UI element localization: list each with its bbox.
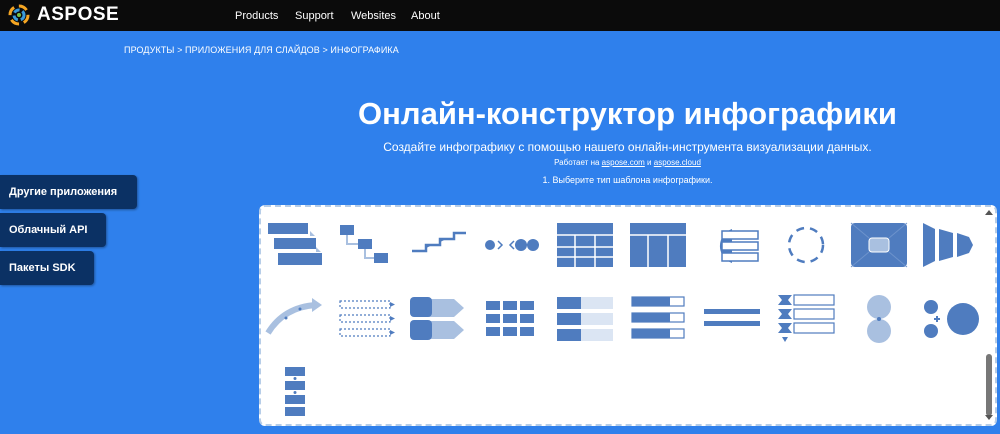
nav-support[interactable]: Support	[295, 10, 334, 22]
template-tile[interactable]	[408, 219, 468, 271]
outlined-bar-list-icon	[631, 296, 685, 339]
gallery-scrollbar[interactable]	[984, 208, 994, 422]
template-tile[interactable]	[336, 219, 396, 271]
grid-table-icon	[557, 223, 613, 267]
page-subtitle: Создайте инфографику с помощью нашего он…	[383, 140, 872, 154]
scroll-down-arrow-icon[interactable]	[985, 415, 993, 420]
staircase-process-icon	[268, 223, 322, 265]
breadcrumb[interactable]: ПРОДУКТЫ > ПРИЛОЖЕНИЯ ДЛЯ СЛАЙДОВ > ИНФО…	[124, 45, 399, 55]
template-gallery	[259, 205, 997, 426]
aspose-cloud-link[interactable]: aspose.cloud	[654, 158, 701, 167]
aspose-logo[interactable]: ASPOSE	[8, 4, 119, 26]
nav-websites[interactable]: Websites	[351, 10, 396, 22]
template-tile[interactable]	[480, 293, 540, 345]
page-title: Онлайн-конструктор инфографики	[358, 96, 897, 131]
template-tile[interactable]	[480, 219, 540, 271]
timeline-arrows-icon	[412, 231, 466, 253]
hierarchy-steps-icon	[340, 225, 388, 263]
sdk-packages-button[interactable]: Пакеты SDK	[0, 251, 94, 285]
bar-list-icon	[557, 297, 613, 341]
columns-table-icon	[630, 223, 686, 267]
other-apps-button[interactable]: Другие приложения	[0, 175, 137, 209]
scroll-up-arrow-icon[interactable]	[985, 210, 993, 215]
template-tile[interactable]	[264, 293, 324, 345]
blocks-grid-icon	[486, 301, 534, 336]
cloud-api-button[interactable]: Облачный API	[0, 213, 106, 247]
top-navigation-bar: ASPOSE Products Support Websites About	[0, 0, 1000, 31]
template-tile[interactable]	[628, 293, 688, 345]
aspose-com-link[interactable]: aspose.com	[602, 158, 645, 167]
step-instruction: 1. Выберите тип шаблона инфографики.	[542, 175, 713, 185]
chevron-list-icon	[778, 294, 835, 342]
template-tile[interactable]	[702, 293, 762, 345]
powered-by: Работает на aspose.com и aspose.cloud	[260, 158, 995, 167]
nav-about[interactable]: About	[411, 10, 440, 22]
onion-list-icon	[719, 229, 759, 263]
dashed-arrow-list-icon	[339, 300, 395, 337]
template-tile[interactable]	[776, 219, 836, 271]
brand-name: ASPOSE	[37, 4, 120, 25]
converging-circles-icon	[485, 239, 539, 251]
template-tile[interactable]	[849, 219, 909, 271]
horizontal-bars-icon	[704, 309, 760, 326]
template-tile[interactable]	[702, 219, 762, 271]
template-tile[interactable]	[264, 219, 324, 271]
powered-prefix: Работает на	[554, 158, 600, 167]
curved-arrow-icon	[265, 298, 322, 335]
funnel-chevrons-icon	[923, 223, 973, 267]
dashed-cycle-icon	[787, 226, 825, 264]
template-tile[interactable]	[408, 293, 468, 345]
template-tile[interactable]	[849, 293, 909, 345]
powered-and: и	[647, 158, 652, 167]
template-tile[interactable]	[628, 219, 688, 271]
nav-products[interactable]: Products	[235, 10, 278, 22]
template-tile[interactable]	[555, 293, 615, 345]
aspose-logo-icon	[8, 4, 30, 26]
template-tile[interactable]	[776, 293, 836, 345]
template-tile[interactable]	[264, 365, 324, 417]
template-tile[interactable]	[921, 219, 981, 271]
template-tile[interactable]	[555, 219, 615, 271]
circle-plus-icon	[924, 300, 979, 338]
vertical-flow-icon	[285, 367, 305, 416]
stacked-circles-icon	[867, 295, 891, 343]
scroll-thumb[interactable]	[986, 354, 992, 416]
template-tile[interactable]	[336, 293, 396, 345]
block-arrows-icon	[410, 297, 464, 340]
template-tile[interactable]	[921, 293, 981, 345]
center-frame-icon	[850, 222, 908, 268]
